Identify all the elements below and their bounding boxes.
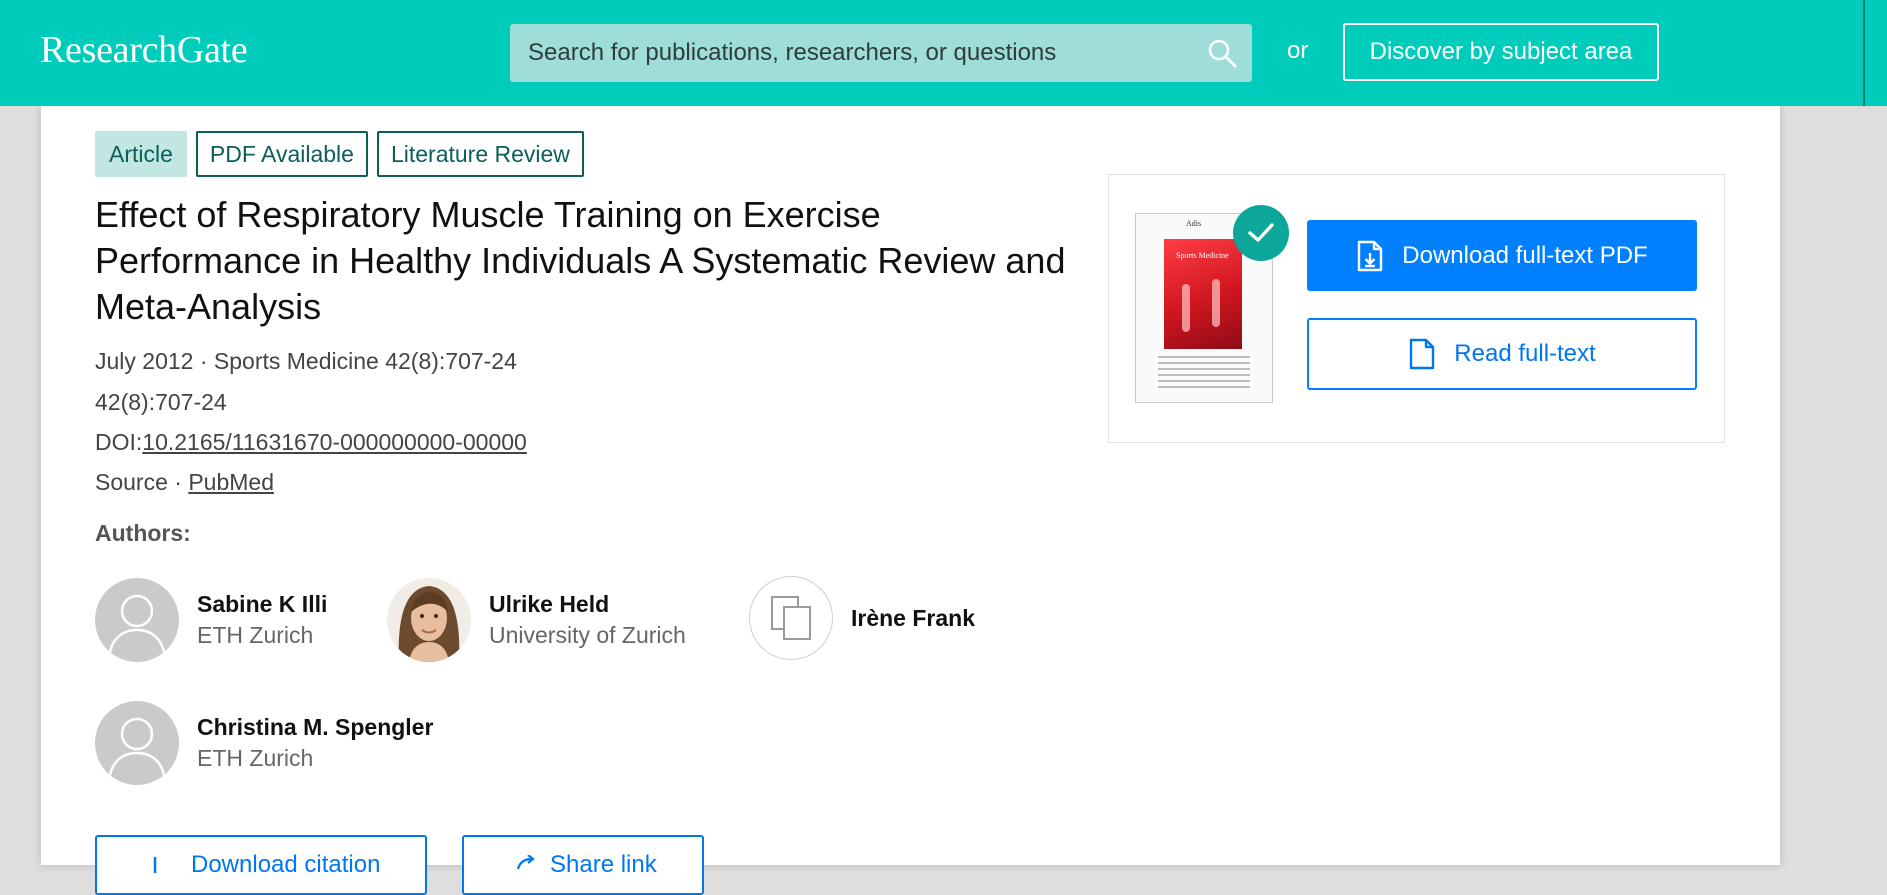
avatar[interactable] xyxy=(387,578,471,662)
authors-heading: Authors: xyxy=(95,520,191,546)
publication-doi: DOI:10.2165/11631670-000000000-00000 xyxy=(95,429,527,456)
author-photo xyxy=(387,578,471,662)
discover-by-subject-button[interactable]: Discover by subject area xyxy=(1343,23,1659,81)
author-card[interactable]: Ulrike Held University of Zurich xyxy=(387,578,686,662)
author-institution: University of Zurich xyxy=(489,622,686,648)
file-icon xyxy=(1410,338,1435,370)
tag-literature-review[interactable]: Literature Review xyxy=(376,131,584,177)
author-name[interactable]: Christina M. Spengler xyxy=(197,714,433,741)
avatar[interactable] xyxy=(95,701,179,785)
avatar[interactable] xyxy=(95,578,179,662)
user-silhouette-icon xyxy=(107,594,167,659)
top-navigation-bar: ResearchGate Search for publications, re… xyxy=(0,0,1887,106)
read-full-text-label: Read full-text xyxy=(1454,340,1596,367)
thumbnail-brand: Adis xyxy=(1186,219,1202,228)
download-citation-button[interactable]: Download citation xyxy=(95,835,427,895)
author-name[interactable]: Ulrike Held xyxy=(489,591,686,618)
author-name[interactable]: Sabine K Illi xyxy=(197,591,327,618)
download-full-text-pdf-button[interactable]: Download full-text PDF xyxy=(1307,220,1697,291)
tag-article: Article xyxy=(95,131,187,177)
author-name[interactable]: Irène Frank xyxy=(851,605,975,632)
search-input[interactable]: Search for publications, researchers, or… xyxy=(510,24,1252,82)
author-card[interactable]: Christina M. Spengler ETH Zurich xyxy=(95,701,433,785)
publication-date-journal: July 2012 · Sports Medicine 42(8):707-24 xyxy=(95,348,517,374)
full-text-panel: Adis Sports Medicine Download full-text … xyxy=(1108,174,1725,443)
author-institution: ETH Zurich xyxy=(197,745,314,771)
publication-title: Effect of Respiratory Muscle Training on… xyxy=(95,194,1066,327)
author-institution: ETH Zurich xyxy=(197,622,314,648)
tag-pdf-available[interactable]: PDF Available xyxy=(195,131,368,177)
share-link-button[interactable]: Share link xyxy=(462,835,704,895)
publication-source: Source · PubMed xyxy=(95,469,274,496)
download-icon xyxy=(153,857,157,873)
file-download-icon xyxy=(1358,240,1383,271)
researchgate-logo[interactable]: ResearchGate xyxy=(40,28,248,72)
download-pdf-label: Download full-text PDF xyxy=(1402,241,1648,269)
avatar[interactable] xyxy=(749,576,833,660)
thumbnail-journal: Sports Medicine xyxy=(1176,251,1229,260)
doi-label: DOI: xyxy=(95,429,143,455)
publication-volume: 42(8):707-24 xyxy=(95,389,227,415)
source-link[interactable]: PubMed xyxy=(188,469,274,495)
publication-card: Article PDF Available Literature Review … xyxy=(41,106,1780,895)
publication-tags: Article PDF Available Literature Review xyxy=(95,131,584,177)
author-card[interactable]: Irène Frank xyxy=(749,576,975,660)
author-card[interactable]: Sabine K Illi ETH Zurich xyxy=(95,578,327,662)
thumbnail-text-lines xyxy=(1158,356,1250,392)
or-label: or xyxy=(1287,37,1309,64)
documents-icon xyxy=(771,596,811,640)
search-icon[interactable] xyxy=(1206,37,1238,69)
thumbnail-cover: Sports Medicine xyxy=(1164,239,1242,349)
user-silhouette-icon xyxy=(107,717,167,782)
check-icon xyxy=(1233,205,1289,261)
search-placeholder: Search for publications, researchers, or… xyxy=(528,39,1057,66)
doi-link[interactable]: 10.2165/11631670-000000000-00000 xyxy=(142,429,527,455)
source-label: Source · xyxy=(95,469,189,495)
share-icon xyxy=(516,855,535,870)
scrollbar-edge xyxy=(1863,0,1865,106)
read-full-text-button[interactable]: Read full-text xyxy=(1307,318,1697,390)
